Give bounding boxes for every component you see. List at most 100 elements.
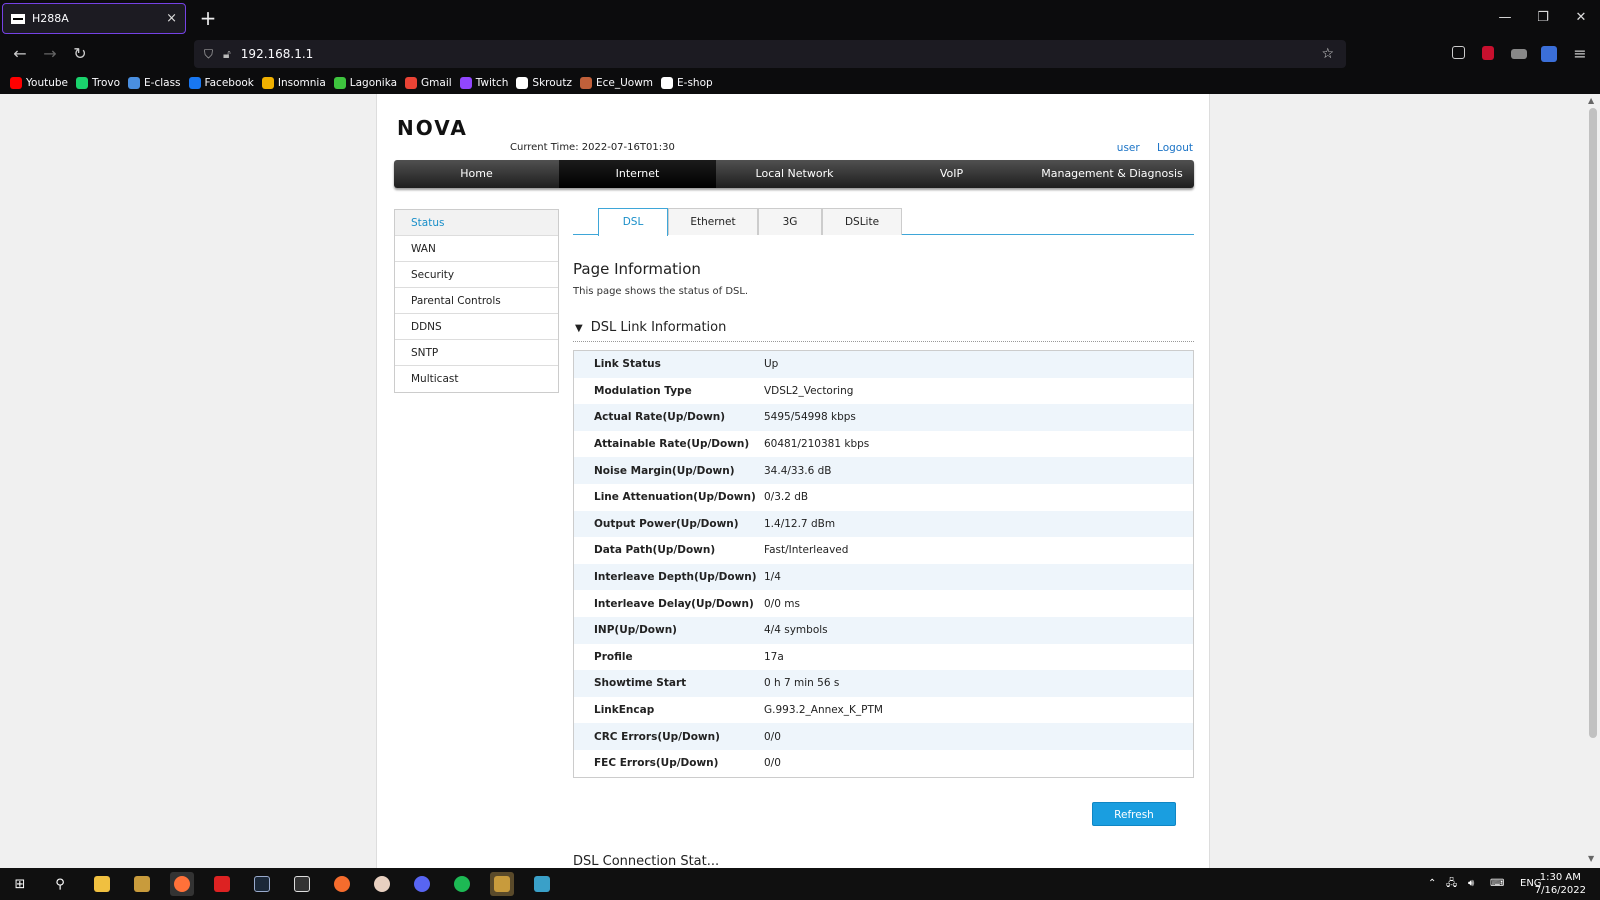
row-label: Interleave Delay(Up/Down) (594, 597, 754, 610)
scroll-down-icon[interactable]: ▼ (1588, 854, 1594, 863)
minimize-icon[interactable]: — (1486, 0, 1524, 36)
restore-icon[interactable]: ❐ (1524, 0, 1562, 36)
window-close-icon[interactable]: ✕ (1562, 0, 1600, 36)
bookmark-item[interactable]: Insomnia (261, 77, 326, 89)
sidebar-item-status[interactable]: Status (395, 210, 558, 236)
app-red-icon[interactable] (210, 872, 234, 896)
bookmark-favicon-icon (76, 77, 88, 89)
reload-icon[interactable]: ↻ (66, 42, 94, 66)
translate-icon[interactable] (1541, 46, 1557, 62)
spotify-icon[interactable] (450, 872, 474, 896)
nav-item-internet[interactable]: Internet (559, 160, 716, 188)
league-game-icon[interactable] (490, 872, 514, 896)
url-bar[interactable]: ⛉ 🔓︎ 192.168.1.1 ☆ (194, 40, 1346, 68)
bookmark-star-icon[interactable]: ☆ (1321, 46, 1334, 62)
side-menu: Status WAN Security Parental Controls DDNS SN… (394, 209, 559, 393)
extension-ublock-icon[interactable] (1482, 46, 1494, 60)
sidebar-item-sntp[interactable]: SNTP (395, 340, 558, 366)
bookmark-item[interactable]: Lagonika (333, 77, 398, 89)
dsl-info-table: Link Status Up Modulation Type VDSL2_Vector… (573, 350, 1194, 778)
tray-chevron-icon[interactable]: ⌃ (1428, 868, 1436, 900)
bookmark-item[interactable]: Trovo (76, 77, 120, 89)
bookmark-item[interactable]: Twitch (459, 77, 508, 89)
bookmark-item[interactable]: Ece_Uowm (579, 77, 653, 89)
table-row: Showtime Start 0 h 7 min 56 s (574, 670, 1193, 697)
epic-games-icon[interactable] (290, 872, 314, 896)
steam-icon[interactable] (250, 872, 274, 896)
bookmark-label: Lagonika (349, 77, 398, 89)
new-tab-button[interactable]: + (196, 6, 220, 30)
discord-icon[interactable] (410, 872, 434, 896)
tab-close-icon[interactable]: × (166, 11, 177, 26)
sidebar-item-security[interactable]: Security (395, 262, 558, 288)
table-row: Interleave Delay(Up/Down) 0/0 ms (574, 590, 1193, 617)
row-value: 5495/54998 kbps (764, 411, 856, 424)
extension-icon[interactable] (1511, 49, 1527, 59)
bookmark-item[interactable]: E-class (128, 77, 181, 89)
row-value: 60481/210381 kbps (764, 438, 870, 451)
tab-ethernet[interactable]: Ethernet (668, 208, 758, 235)
nav-item-home[interactable]: Home (394, 160, 559, 188)
table-row: Output Power(Up/Down) 1.4/12.7 dBm (574, 510, 1193, 538)
bookmark-item[interactable]: Gmail (405, 77, 452, 89)
row-value: 0/0 (764, 757, 781, 770)
menu-icon[interactable]: ≡ (1566, 42, 1594, 66)
tab-dsl[interactable]: DSL (598, 208, 668, 236)
taskbar-clock[interactable]: 1:30 AM 7/16/2022 (1535, 871, 1586, 897)
scroll-up-icon[interactable]: ▲ (1588, 96, 1594, 105)
search-icon[interactable]: ⚲ (48, 872, 72, 896)
refresh-button[interactable]: Refresh (1092, 802, 1176, 826)
table-row: Data Path(Up/Down) Fast/Interleaved (574, 537, 1193, 564)
back-icon[interactable]: ← (6, 42, 34, 66)
bookmark-label: Gmail (421, 77, 452, 89)
league-client-icon[interactable] (130, 872, 154, 896)
network-icon[interactable]: 🖧︎ (1446, 868, 1457, 900)
row-value: 0 h 7 min 56 s (764, 677, 840, 690)
volume-icon[interactable]: 🔊︎ (1468, 868, 1474, 900)
bookmark-item[interactable]: Skroutz (516, 77, 572, 89)
scrollbar-thumb[interactable] (1589, 108, 1597, 738)
dsl-link-section-header[interactable]: ▼ DSL Link Information (573, 320, 1194, 342)
file-explorer-icon[interactable] (90, 872, 114, 896)
tab-3g[interactable]: 3G (758, 208, 822, 235)
nav-item-management-diagnosis[interactable]: Management & Diagnosis (1030, 160, 1194, 188)
sidebar-item-ddns[interactable]: DDNS (395, 314, 558, 340)
sidebar-item-multicast[interactable]: Multicast (395, 366, 558, 392)
keyboard-icon[interactable]: ⌨ (1490, 868, 1504, 900)
browser-tab[interactable]: H288A × (2, 3, 186, 34)
row-label: Interleave Depth(Up/Down) (594, 571, 757, 584)
logout-link[interactable]: Logout (1157, 142, 1193, 154)
sidebar-item-parental-controls[interactable]: Parental Controls (395, 288, 558, 314)
row-value: 34.4/33.6 dB (764, 464, 832, 477)
collapse-triangle-icon[interactable]: ▼ (575, 323, 583, 334)
sidebar-item-wan[interactable]: WAN (395, 236, 558, 262)
table-row: Actual Rate(Up/Down) 5495/54998 kbps (574, 404, 1193, 431)
windows-start-icon[interactable]: ⊞ (8, 872, 32, 896)
tab-dslite[interactable]: DSLite (822, 208, 902, 235)
page-scrollbar[interactable]: ▲ ▼ (1586, 94, 1600, 868)
bookmark-label: Skroutz (532, 77, 572, 89)
forward-icon[interactable]: → (36, 42, 64, 66)
nav-item-local-network[interactable]: Local Network (716, 160, 873, 188)
bookmark-item[interactable]: E-shop (661, 77, 713, 89)
row-value: Fast/Interleaved (764, 544, 849, 557)
bookmark-label: Trovo (92, 77, 121, 89)
row-label: Noise Margin(Up/Down) (594, 464, 735, 477)
section-title: DSL Link Information (590, 320, 727, 335)
user-link[interactable]: user (1117, 142, 1140, 154)
firefox-icon[interactable] (170, 872, 194, 896)
bookmark-label: Insomnia (277, 77, 326, 89)
router-page: NOVA Current Time: 2022-07-16T01:30 user… (376, 94, 1210, 868)
app-mascot-icon[interactable] (370, 872, 394, 896)
league-alt-icon[interactable] (530, 872, 554, 896)
bookmark-item[interactable]: Facebook (188, 77, 254, 89)
bookmark-item[interactable]: Youtube (10, 77, 68, 89)
origin-icon[interactable] (330, 872, 354, 896)
row-value: G.993.2_Annex_K_PTM (764, 704, 883, 717)
pocket-icon[interactable] (1452, 46, 1465, 59)
table-row: Line Attenuation(Up/Down) 0/3.2 dB (574, 483, 1193, 511)
row-label: Showtime Start (594, 677, 687, 690)
tab-title: H288A (32, 12, 69, 25)
nav-item-voip[interactable]: VoIP (873, 160, 1030, 188)
bookmark-favicon-icon (10, 77, 22, 89)
